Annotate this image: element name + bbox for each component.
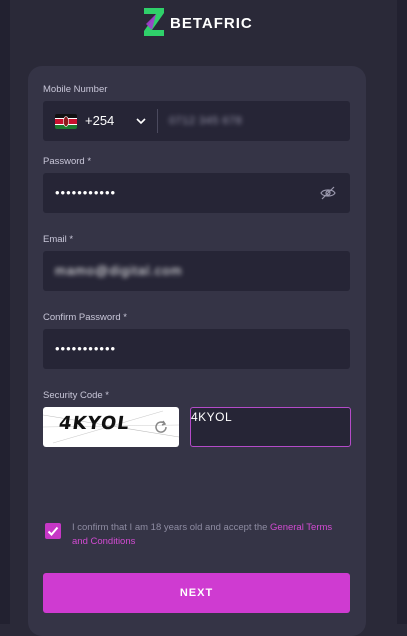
mobile-number-field: +254 0712 345 678 xyxy=(43,101,350,141)
confirm-password-label: Confirm Password * xyxy=(43,312,127,323)
email-input[interactable]: mamo@digital.com xyxy=(55,251,182,291)
password-field[interactable]: ••••••••••• xyxy=(43,173,350,213)
confirm-password-input[interactable]: ••••••••••• xyxy=(55,329,116,369)
security-code-label: Security Code * xyxy=(43,390,110,401)
field-divider xyxy=(157,109,158,133)
security-code-field[interactable]: 4KYOL xyxy=(190,407,351,447)
page-edge-left xyxy=(0,0,10,624)
page-edge-right xyxy=(397,0,407,624)
terms-statement: I confirm that I am 18 years old and acc… xyxy=(72,522,271,533)
betafric-logo-icon xyxy=(144,8,164,36)
chevron-down-icon[interactable] xyxy=(135,115,147,127)
captcha-image: 4KYOL xyxy=(43,407,179,447)
refresh-icon[interactable] xyxy=(153,419,169,435)
kenya-flag-icon[interactable] xyxy=(55,114,77,129)
email-field[interactable]: mamo@digital.com xyxy=(43,251,350,291)
password-input[interactable]: ••••••••••• xyxy=(55,173,116,213)
terms-text: I confirm that I am 18 years old and acc… xyxy=(72,521,350,549)
brand-name: BETAFRIC xyxy=(170,14,253,32)
email-label: Email * xyxy=(43,234,74,245)
password-label: Password * xyxy=(43,156,92,167)
captcha-text: 4KYOL xyxy=(57,413,132,434)
eye-off-icon[interactable] xyxy=(320,185,336,201)
brand-logo[interactable]: BETAFRIC xyxy=(142,6,253,40)
mobile-number-label: Mobile Number xyxy=(43,84,108,95)
checkmark-icon xyxy=(47,526,59,536)
header: BETAFRIC xyxy=(0,0,407,48)
confirm-password-field[interactable]: ••••••••••• xyxy=(43,329,350,369)
next-button[interactable]: NEXT xyxy=(43,573,350,613)
terms-checkbox[interactable] xyxy=(45,523,61,539)
mobile-number-input[interactable]: 0712 345 678 xyxy=(169,101,242,141)
security-code-input[interactable]: 4KYOL xyxy=(191,410,232,424)
country-code[interactable]: +254 xyxy=(85,101,114,141)
